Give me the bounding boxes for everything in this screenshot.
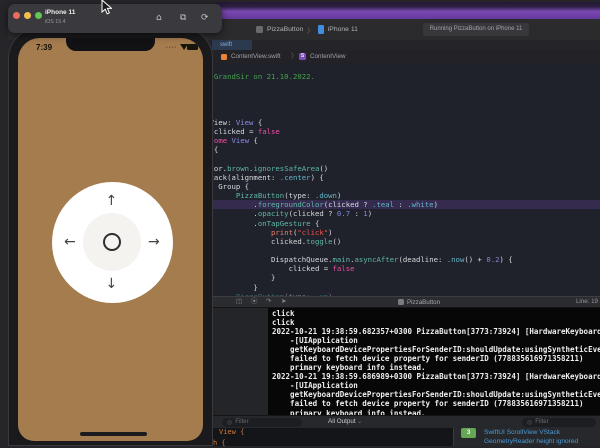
screenshot-icon[interactable]: ⧉	[180, 4, 186, 33]
filter-icon: ◎	[227, 419, 233, 426]
status-bar-time: 7:39	[36, 43, 53, 52]
console-log-text: click click 2022-10-21 19:38:59.682357+0…	[272, 309, 600, 415]
output-scope-selector[interactable]: All Output ⌄	[328, 416, 362, 428]
minimize-button[interactable]	[23, 12, 31, 19]
variables-filter-input[interactable]: ◎ Filter	[222, 417, 302, 427]
rotate-icon[interactable]: ⟳	[201, 4, 209, 33]
chevron-down-icon: ⌄	[357, 419, 363, 425]
jumpbar-file[interactable]: ContentView.swift	[231, 50, 281, 63]
arrow-right-icon[interactable]: →	[148, 235, 160, 249]
zoom-button[interactable]	[34, 12, 42, 19]
scheme-device-label[interactable]: iPhone 11	[328, 26, 358, 33]
arrow-down-icon[interactable]: ↓	[106, 277, 118, 291]
swift-file-icon	[221, 53, 227, 60]
activity-status: Running PizzaButton on iPhone 11	[423, 23, 529, 36]
jumpbar-symbol[interactable]: ContentView	[310, 50, 346, 63]
desktop: { "colors": { "screen_brown": "#A47C4E",…	[0, 0, 600, 447]
background-window-titlebar	[215, 2, 600, 19]
debug-process-label: PizzaButton	[398, 297, 440, 307]
breakpoints-icon[interactable]: ⦿	[251, 297, 258, 307]
continue-icon[interactable]: ➤	[281, 297, 286, 307]
background-code-fragment: View {	[219, 428, 245, 436]
app-icon	[398, 299, 404, 305]
simulator-titlebar[interactable]: iPhone 11 iOS 15.4 ⌂ ⧉ ⟳	[8, 4, 222, 33]
simulator-subtitle: iOS 15.4	[45, 18, 66, 25]
mouse-cursor	[101, 0, 112, 15]
device-icon	[317, 25, 324, 34]
struct-symbol-icon: S	[299, 53, 306, 60]
close-button[interactable]	[12, 12, 20, 19]
home-icon[interactable]: ⌂	[156, 4, 162, 33]
step-over-icon[interactable]: ↷	[266, 297, 271, 307]
line-indicator: Line: 19	[575, 298, 598, 305]
filter-icon: ◎	[527, 419, 533, 426]
console-filter-input[interactable]: ◎ Filter	[522, 417, 596, 427]
app-screen: 7:39 •••• ↑ ↓ ← →	[18, 38, 203, 441]
arrow-left-icon[interactable]: ←	[64, 235, 76, 249]
app-icon	[256, 26, 263, 33]
issue-link[interactable]: SwiftUI ScrollView VStack	[484, 428, 560, 437]
arrow-up-icon[interactable]: ↑	[106, 194, 118, 208]
simulator-title: iPhone 11	[45, 9, 76, 16]
home-indicator[interactable]	[80, 432, 147, 436]
tab-label: swift	[220, 42, 232, 48]
scheme-app-label[interactable]: PizzaButton	[267, 26, 303, 33]
joystick-center-ring[interactable]	[103, 233, 121, 251]
scheme-selector[interactable]: PizzaButton 〉 iPhone 11	[256, 19, 358, 40]
console-output[interactable]: click click 2022-10-21 19:38:59.682357+0…	[268, 308, 600, 415]
tab-contentview-swift[interactable]: swift	[212, 40, 252, 50]
hide-debug-area-icon[interactable]: ◫	[236, 297, 242, 307]
chevron-right-icon: 〉	[291, 53, 298, 60]
issue-link[interactable]: GeometryReader height ignored	[484, 437, 578, 446]
background-code-fragment: h {	[213, 439, 226, 447]
cellular-signal-icon: ••••	[166, 45, 178, 51]
notch	[66, 38, 155, 51]
chevron-right-icon: 〉	[307, 27, 314, 35]
joystick-control[interactable]: ↑ ↓ ← →	[52, 182, 173, 303]
issue-count-badge: 3	[461, 428, 476, 438]
iphone-simulator-device: 7:39 •••• ↑ ↓ ← →	[8, 28, 213, 446]
battery-icon	[187, 44, 200, 50]
